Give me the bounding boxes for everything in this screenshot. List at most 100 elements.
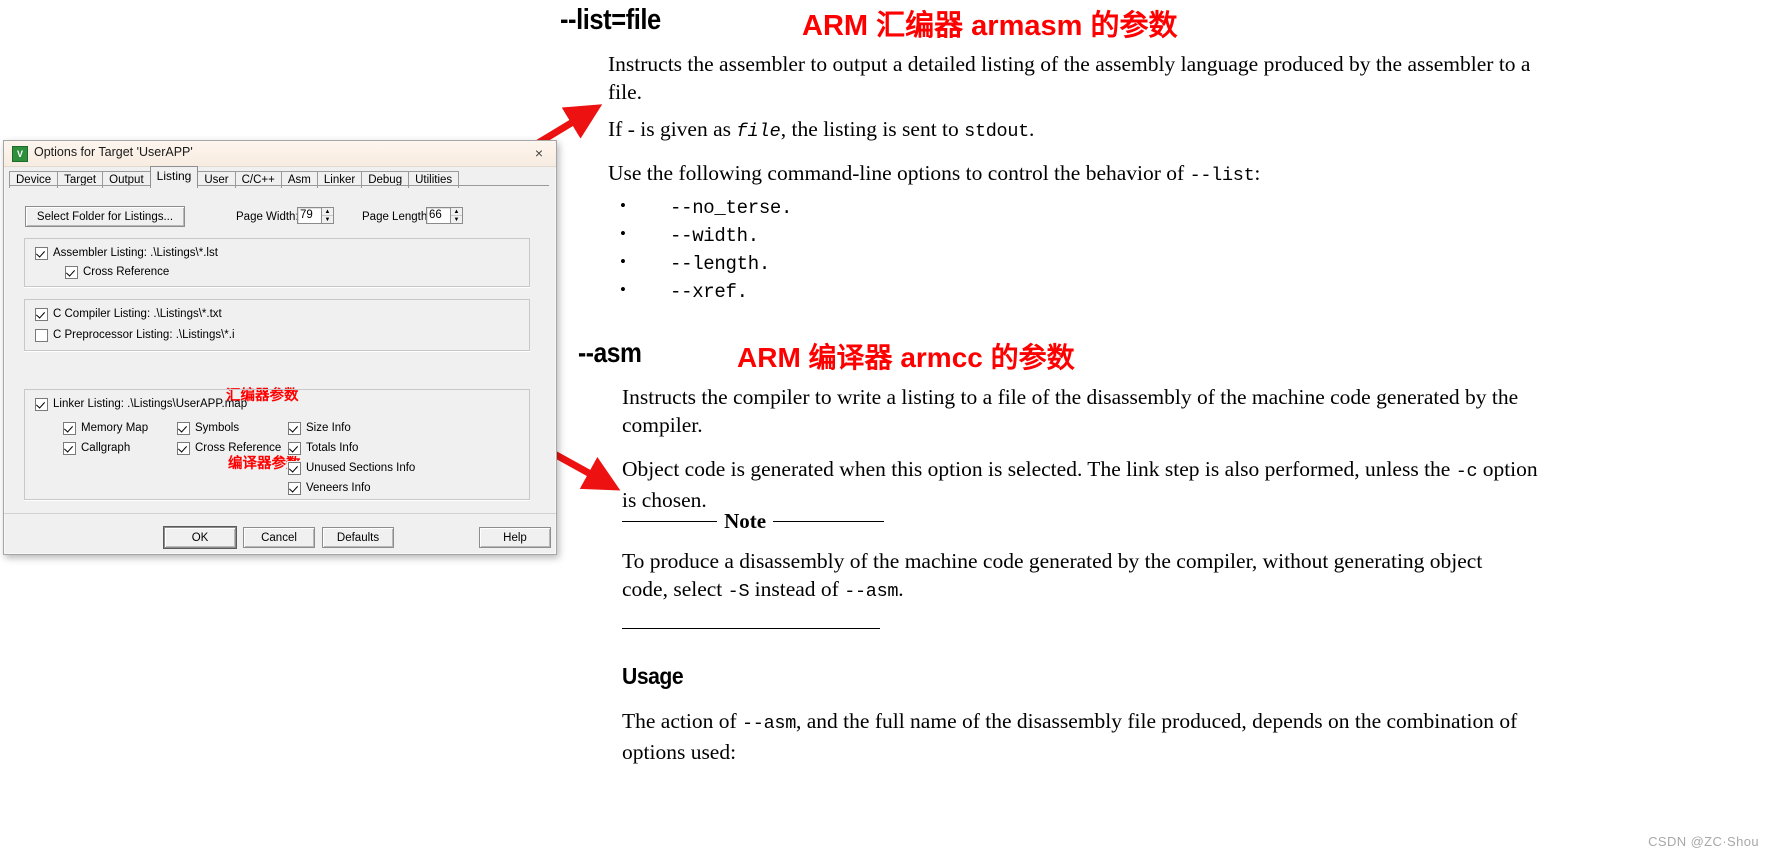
checkbox-label: Callgraph — [81, 442, 131, 454]
paragraph-usage-body: The action of --asm, and the full name o… — [622, 707, 1572, 766]
checkbox-box[interactable] — [35, 247, 48, 260]
paragraph-note-body: To produce a disassembly of the machine … — [622, 547, 1532, 606]
help-button[interactable]: Help — [479, 527, 551, 548]
list-item: --xref. — [608, 276, 792, 304]
checkbox-box[interactable] — [177, 442, 190, 455]
page-length-label: Page Length: — [362, 211, 431, 223]
note-block: Note — [622, 509, 884, 533]
list-option-bullets: --no_terse. --width. --length. --xref. — [608, 192, 792, 304]
stepper-down-icon[interactable]: ▼ — [322, 216, 333, 223]
checkbox-box[interactable] — [177, 422, 190, 435]
text-run: Object code is generated when this optio… — [622, 457, 1456, 481]
text-run: Use the following command-line options t… — [608, 161, 1190, 185]
ok-button[interactable]: OK — [164, 527, 236, 548]
text-run: , the listing is sent to — [780, 117, 965, 141]
tab-strip[interactable]: Device Target Output Listing User C/C++ … — [4, 166, 556, 188]
checkbox-box[interactable] — [63, 422, 76, 435]
compiler-listing-group: C Compiler Listing: .\Listings\*.txt C P… — [24, 299, 530, 351]
note-rule-left — [622, 520, 718, 522]
checkbox-veneers-info[interactable]: Veneers Info — [288, 482, 371, 495]
checkbox-unused-sections-info[interactable]: Unused Sections Info — [288, 462, 415, 475]
checkbox-label: Cross Reference — [195, 442, 282, 454]
text-run: . — [1028, 117, 1035, 141]
checkbox-linker-cross-reference[interactable]: Cross Reference — [177, 442, 281, 455]
code-list: --list — [1189, 165, 1255, 186]
options-for-target-dialog[interactable]: V Options for Target 'UserAPP' × Device … — [3, 140, 557, 555]
code-file: file — [736, 121, 781, 142]
checkbox-label: Totals Info — [306, 442, 359, 454]
bullet-text: --width. — [670, 225, 759, 247]
assembler-listing-group: Assembler Listing: .\Listings\*.lst Cros… — [24, 238, 530, 287]
checkbox-label: Cross Reference — [83, 266, 170, 278]
checkbox-asm-cross-reference[interactable]: Cross Reference — [65, 266, 169, 279]
checkbox-assembler-listing[interactable]: Assembler Listing: .\Listings\*.lst — [35, 247, 218, 260]
defaults-button[interactable]: Defaults — [322, 527, 394, 548]
paragraph-asm-objectcode: Object code is generated when this optio… — [622, 455, 1547, 514]
page-width-label: Page Width: — [236, 211, 299, 223]
checkbox-callgraph[interactable]: Callgraph — [63, 442, 130, 455]
code-asm: --asm — [844, 581, 899, 602]
cancel-button[interactable]: Cancel — [243, 527, 315, 548]
button-row-separator — [4, 513, 556, 514]
close-icon[interactable]: × — [528, 144, 550, 162]
checkbox-label: Size Info — [306, 422, 351, 434]
annotation-armasm-params: ARM 汇编器 armasm 的参数 — [802, 10, 1178, 42]
csdn-watermark: CSDN @ZC·Shou — [1648, 834, 1759, 849]
checkbox-totals-info[interactable]: Totals Info — [288, 442, 358, 455]
checkbox-box[interactable] — [288, 462, 301, 475]
checkbox-label: Assembler Listing: .\Listings\*.lst — [53, 247, 218, 259]
dialog-titlebar: V Options for Target 'UserAPP' × — [4, 141, 556, 167]
checkbox-symbols[interactable]: Symbols — [177, 422, 239, 435]
checkbox-label: Unused Sections Info — [306, 462, 416, 474]
text-run: instead of — [749, 577, 845, 601]
checkbox-linker-listing[interactable]: Linker Listing: .\Listings\UserAPP.map — [35, 398, 247, 411]
text-run: . — [898, 577, 904, 601]
checkbox-box[interactable] — [35, 308, 48, 321]
note-rule-right — [773, 520, 884, 522]
select-folder-for-listings-button[interactable]: Select Folder for Listings... — [25, 206, 185, 227]
text-run: If - is given as — [608, 117, 737, 141]
keil-uvision-icon: V — [12, 146, 28, 162]
code-asm-usage: --asm — [742, 713, 797, 734]
text-run: : — [1254, 161, 1261, 185]
annotation-armcc-params: ARM 编译器 armcc 的参数 — [737, 342, 1075, 373]
bullet-text: --no_terse. — [670, 197, 793, 219]
checkbox-c-compiler-listing[interactable]: C Compiler Listing: .\Listings\*.txt — [35, 308, 222, 321]
stepper-down-icon[interactable]: ▼ — [451, 216, 462, 223]
note-closing-rule — [622, 628, 880, 629]
checkbox-label: C Compiler Listing: .\Listings\*.txt — [53, 308, 222, 320]
checkbox-box[interactable] — [63, 442, 76, 455]
checkbox-memory-map[interactable]: Memory Map — [63, 422, 148, 435]
linker-listing-group: Linker Listing: .\Listings\UserAPP.map M… — [24, 389, 530, 500]
page-length-stepper[interactable]: ▲ ▼ — [450, 207, 463, 224]
checkbox-box[interactable] — [35, 329, 48, 342]
checkbox-box[interactable] — [288, 422, 301, 435]
checkbox-box[interactable] — [288, 442, 301, 455]
list-item: --width. — [608, 220, 792, 248]
paragraph-asm-intro: Instructs the compiler to write a listin… — [622, 385, 1519, 437]
note-label: Note — [724, 509, 767, 533]
checkbox-label: Linker Listing: .\Listings\UserAPP.map — [53, 398, 248, 410]
paragraph-list-intro: Instructs the assembler to output a deta… — [608, 52, 1531, 104]
page-width-stepper[interactable]: ▲ ▼ — [321, 207, 334, 224]
heading-asm: --asm — [578, 337, 642, 368]
checkbox-label: Veneers Info — [306, 482, 371, 494]
stepper-up-icon[interactable]: ▲ — [451, 208, 462, 216]
stepper-up-icon[interactable]: ▲ — [322, 208, 333, 216]
note-divider: Note — [622, 509, 884, 533]
tab-listing[interactable]: Listing — [149, 166, 199, 186]
paragraph-list-stdout: If - is given as file, the listing is se… — [608, 115, 1568, 146]
code-c-flag: -c — [1455, 461, 1478, 482]
checkbox-box[interactable] — [288, 482, 301, 495]
code-stdout: stdout — [964, 121, 1029, 142]
heading-list-file: --list=file — [560, 4, 661, 36]
checkbox-size-info[interactable]: Size Info — [288, 422, 351, 435]
checkbox-box[interactable] — [35, 398, 48, 411]
tabstrip-underline — [9, 185, 549, 186]
checkbox-label: Memory Map — [81, 422, 149, 434]
checkbox-box[interactable] — [65, 266, 78, 279]
checkbox-c-preprocessor-listing[interactable]: C Preprocessor Listing: .\Listings\*.i — [35, 329, 235, 342]
code-capital-s: -S — [727, 581, 750, 602]
dialog-title: Options for Target 'UserAPP' — [34, 145, 193, 159]
list-item: --no_terse. — [608, 192, 792, 220]
